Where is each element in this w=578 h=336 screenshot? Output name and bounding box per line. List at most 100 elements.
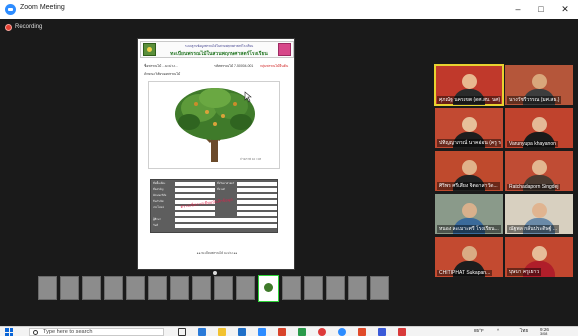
school-logo-icon — [143, 43, 156, 56]
participant-name: Varunyupa khayanon — [507, 141, 558, 147]
participant-video-face — [532, 203, 547, 218]
pdf-reader-icon[interactable] — [398, 328, 406, 336]
document-header: ระบบฐานข้อมูลพรรณไม้ในสวนพฤกษศาสตร์โรงเร… — [140, 41, 294, 58]
table-cell — [237, 212, 277, 216]
plant-code-field: รหัสพรรณไม้ 7-50004-001 — [214, 64, 254, 68]
clock-date[interactable]: 3/08 — [540, 332, 547, 336]
page-thumbnail[interactable] — [214, 276, 233, 300]
tray-chevron-icon[interactable]: ^ — [497, 328, 499, 333]
table-cell — [237, 206, 277, 210]
window-title: Zoom Meeting — [20, 4, 65, 11]
table-label: ประโยชน์ — [153, 206, 164, 209]
page-thumbnail[interactable] — [304, 276, 323, 300]
photo-caption: ถ่ายภาพ 10 / 08 — [240, 157, 261, 161]
table-label: ถิ่นกำเนิด — [153, 200, 164, 203]
taskbar-search-box[interactable]: Type here to search — [29, 328, 164, 336]
table-cell — [237, 200, 277, 204]
table-cell — [175, 224, 277, 228]
participant-video-face — [532, 117, 547, 132]
table-cell — [175, 194, 215, 198]
page-thumbnail[interactable] — [82, 276, 101, 300]
participant-video-face — [462, 117, 477, 132]
excel-icon[interactable] — [298, 328, 306, 336]
powerpoint-icon[interactable] — [358, 328, 366, 336]
document-subheader: ระบบฐานข้อมูลพรรณไม้ในสวนพฤกษศาสตร์โรงเร… — [184, 44, 254, 48]
page-thumbnail-active[interactable] — [258, 274, 279, 302]
participant-name: ณัฐพล กลั่นประดิษฐ์ ... — [507, 225, 560, 233]
tree-photo: ถ่ายภาพ 10 / 08 — [148, 81, 280, 169]
page-thumbnail[interactable] — [104, 276, 123, 300]
table-label: ลักษณะวิสัย — [153, 194, 167, 197]
table-label: ผู้ศึกษา — [153, 218, 161, 221]
participant-name: หนอง ละเมาะศรี โรงเรียน... — [437, 225, 501, 233]
office-icon[interactable] — [278, 328, 286, 336]
edge-browser-icon[interactable] — [198, 328, 206, 336]
participant-video-face — [462, 246, 477, 261]
mail-icon[interactable] — [258, 328, 266, 336]
page-thumbnail-strip — [38, 274, 394, 302]
participant-tile[interactable]: Varunyupa khayanon — [505, 108, 573, 148]
page-thumbnail[interactable] — [370, 276, 389, 300]
table-cell — [175, 182, 215, 186]
document-field-row: ชื่อพรรณไม้ ...มะม่วง... รหัสพรรณไม้ 7-5… — [144, 64, 290, 70]
file-explorer-icon[interactable] — [218, 328, 226, 336]
participant-video-face — [462, 74, 477, 89]
participant-tile[interactable]: ปทิญญาภรณ์ นาคอ่อน (ครู รร.) — [435, 108, 503, 148]
store-icon[interactable] — [238, 328, 246, 336]
emblem-icon — [278, 43, 291, 56]
participant-name: Ratchadaporn Singdej — [507, 184, 561, 190]
participant-tile[interactable]: ศิริพร ศรีเสียง จิตอาสาวัด... — [435, 151, 503, 191]
participant-tile[interactable]: บุษบา ครูเยาว — [505, 237, 573, 277]
meeting-area: Recording ระบบฐานข้อมูลพรรณไม้ในสวนพฤกษศ… — [0, 19, 578, 326]
participant-tile[interactable]: Ratchadaporn Singdej — [505, 151, 573, 191]
page-thumbnail[interactable] — [148, 276, 167, 300]
maximize-button[interactable]: □ — [532, 2, 550, 16]
participant-video-face — [532, 160, 547, 175]
page-thumbnail[interactable] — [282, 276, 301, 300]
participant-tile[interactable]: นางวัชรีวรรณ (มศ.สธ.) — [505, 65, 573, 105]
table-cell — [175, 212, 215, 216]
task-view-icon[interactable] — [178, 328, 186, 336]
page-thumbnail[interactable] — [170, 276, 189, 300]
participant-tile[interactable]: CHITIPHAT Sukapan... — [435, 237, 503, 277]
participant-video-face — [462, 203, 477, 218]
input-language[interactable]: ไทย — [520, 328, 528, 335]
plant-group-field: กลุ่มพรรณไม้ยืนต้น — [260, 64, 289, 68]
zoom-app-icon — [5, 4, 16, 15]
page-thumbnail[interactable] — [60, 276, 79, 300]
page-thumbnail[interactable] — [126, 276, 145, 300]
participant-name: ศิริพร ศรีเสียง จิตอาสาวัด... — [437, 182, 500, 190]
document-title: ทะเบียนพรรณไม้ในสวนพฤกษศาสตร์โรงเรียน — [170, 51, 268, 57]
participant-name: บุษบา ครูเยาว — [507, 268, 542, 276]
participant-name: ศุภณัฐ นครเขต (ดศ.สบ. นศ) — [437, 96, 501, 104]
plant-info-table: ชื่อพื้นเมือง ชื่อวิทยาศาสตร์ ชื่อสามัญ … — [150, 179, 278, 233]
participant-video-face — [532, 74, 547, 89]
plant-name-field: ชื่อพรรณไม้ ...มะม่วง... — [144, 64, 178, 68]
windows-start-icon[interactable] — [5, 328, 13, 336]
participant-name: ปทิญญาภรณ์ นาคอ่อน (ครู รร.) — [437, 139, 501, 147]
table-label: ชื่อพื้นเมือง — [153, 182, 166, 185]
page-thumbnail[interactable] — [236, 276, 255, 300]
table-label: ชื่อสามัญ — [153, 188, 164, 191]
table-cell — [175, 218, 277, 222]
close-button[interactable]: ✕ — [556, 2, 574, 16]
weather-temperature[interactable]: 85°F — [474, 328, 484, 333]
page-thumbnail[interactable] — [326, 276, 345, 300]
windows-taskbar: Type here to search 85°F ^ ไทย 9:26 3/08 — [0, 326, 578, 336]
page-thumbnail[interactable] — [192, 276, 211, 300]
table-cell — [237, 194, 277, 198]
minimize-button[interactable]: – — [509, 2, 527, 16]
participant-tile[interactable]: ณัฐพล กลั่นประดิษฐ์ ... — [505, 194, 573, 234]
table-label: ชื่อวิทยาศาสตร์ — [217, 182, 235, 185]
page-thumbnail[interactable] — [38, 276, 57, 300]
zoom-taskbar-icon[interactable] — [338, 328, 346, 336]
page-thumbnail[interactable] — [348, 276, 367, 300]
word-icon[interactable] — [378, 328, 386, 336]
shared-document[interactable]: ระบบฐานข้อมูลพรรณไม้ในสวนพฤกษศาสตร์โรงเร… — [137, 38, 295, 270]
participant-tile[interactable]: ศุภณัฐ นครเขต (ดศ.สบ. นศ) — [434, 64, 504, 106]
table-cell — [237, 182, 277, 186]
recording-indicator[interactable]: Recording — [5, 22, 42, 32]
participant-tile[interactable]: หนอง ละเมาะศรี โรงเรียน... — [435, 194, 503, 234]
chrome-icon[interactable] — [318, 328, 326, 336]
participant-name: นางวัชรีวรรณ (มศ.สธ.) — [507, 96, 562, 104]
